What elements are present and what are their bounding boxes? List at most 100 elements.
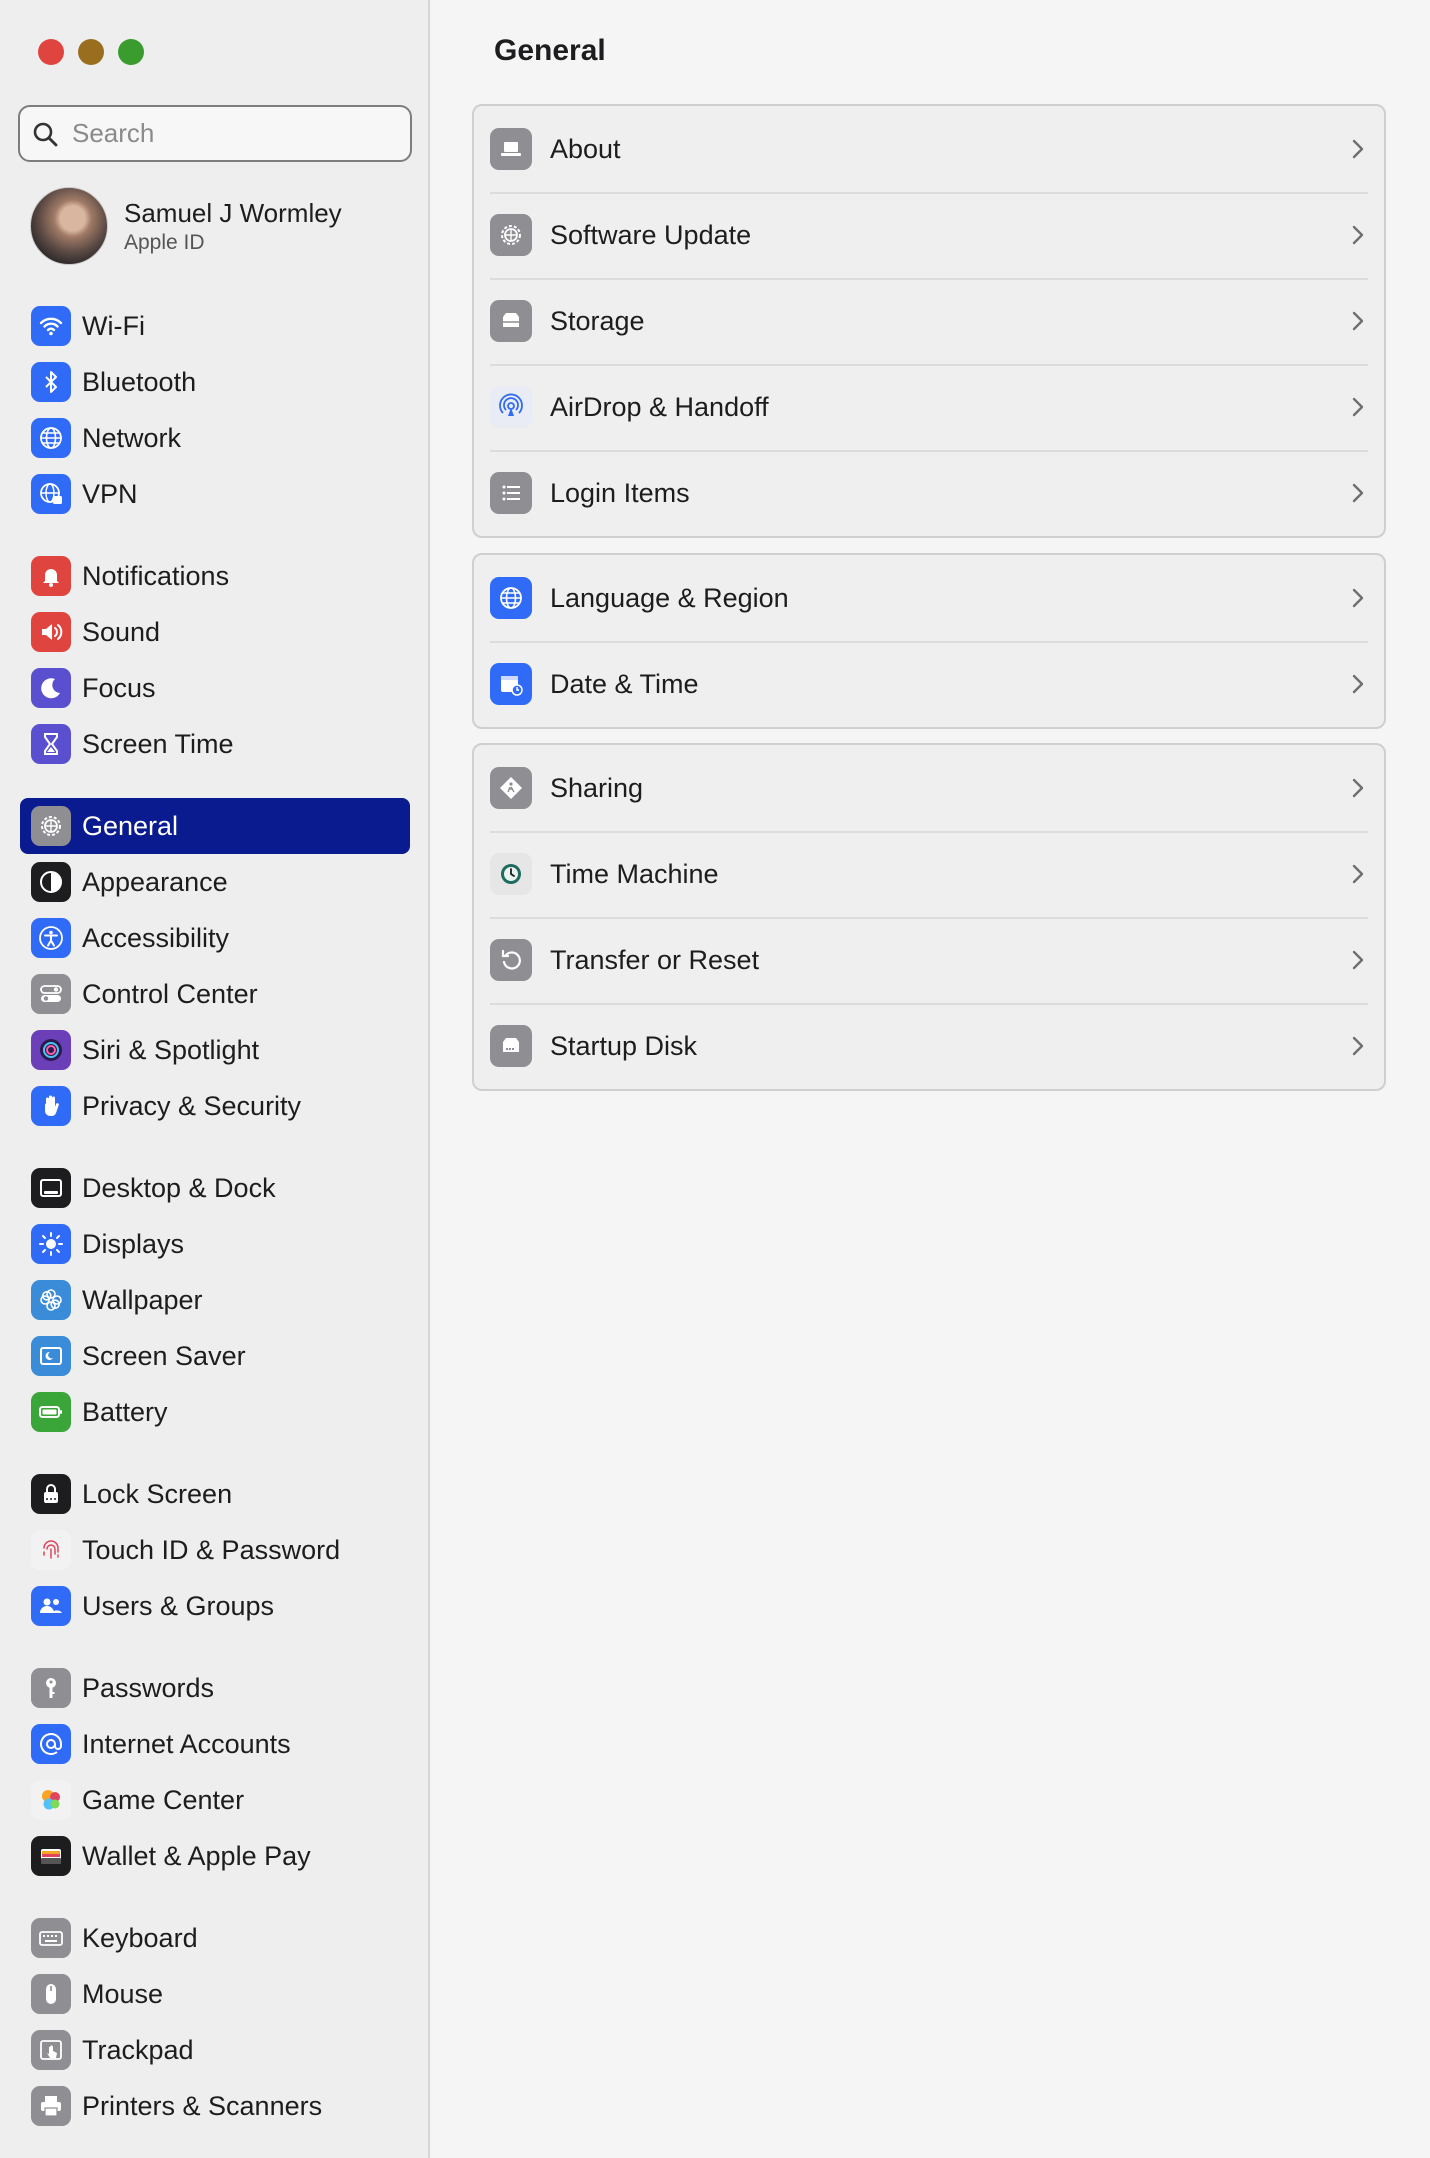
list-icon xyxy=(490,472,532,514)
battery-icon xyxy=(31,1392,71,1432)
calendar-clock-icon xyxy=(490,663,532,705)
sidebar-item-lock-screen[interactable]: Lock Screen xyxy=(20,1466,410,1522)
row-time-machine[interactable]: Time Machine xyxy=(474,831,1384,917)
sidebar-item-general[interactable]: General xyxy=(20,798,410,854)
sidebar-item-users-and-groups[interactable]: Users & Groups xyxy=(20,1578,410,1634)
row-label: Language & Region xyxy=(550,582,789,613)
globe-icon xyxy=(31,418,71,458)
globe-icon xyxy=(490,577,532,619)
chevron-right-icon xyxy=(1352,950,1364,970)
row-login-items[interactable]: Login Items xyxy=(474,450,1384,536)
airdrop-icon xyxy=(490,386,532,428)
sidebar-item-mouse[interactable]: Mouse xyxy=(20,1966,410,2022)
row-label: Sharing xyxy=(550,772,644,803)
appearance-icon xyxy=(31,862,71,902)
sidebar-item-label: Accessibility xyxy=(82,922,230,953)
flower-icon xyxy=(31,1280,71,1320)
settings-group: About Software Update Storage AirDrop & Han… xyxy=(472,104,1386,538)
sidebar-item-game-center[interactable]: Game Center xyxy=(20,1772,410,1828)
sidebar-item-label: Siri & Spotlight xyxy=(82,1034,260,1065)
profile-subtitle: Apple ID xyxy=(124,230,205,254)
sidebar-item-label: Mouse xyxy=(82,1978,164,2009)
sidebar-item-vpn[interactable]: VPN xyxy=(20,466,410,522)
sidebar-item-wi-fi[interactable]: Wi-Fi xyxy=(20,298,410,354)
sidebar-item-passwords[interactable]: Passwords xyxy=(20,1660,410,1716)
time-machine-icon xyxy=(490,853,532,895)
row-software-update[interactable]: Software Update xyxy=(474,192,1384,278)
row-label: Login Items xyxy=(550,477,690,508)
sidebar-item-control-center[interactable]: Control Center xyxy=(20,966,410,1022)
sidebar-item-notifications[interactable]: Notifications xyxy=(20,548,410,604)
apple-id-profile[interactable]: Samuel J Wormley Apple ID xyxy=(30,187,342,265)
reset-icon xyxy=(490,939,532,981)
sidebar-item-focus[interactable]: Focus xyxy=(20,660,410,716)
sidebar-item-label: Trackpad xyxy=(82,2034,194,2065)
sidebar: Samuel J Wormley Apple ID Wi-Fi Bluetooth… xyxy=(0,0,430,2158)
sidebar-item-label: Lock Screen xyxy=(82,1478,233,1509)
hand-icon xyxy=(31,1086,71,1126)
row-transfer-or-reset[interactable]: Transfer or Reset xyxy=(474,917,1384,1003)
search-input[interactable] xyxy=(72,118,392,149)
row-storage[interactable]: Storage xyxy=(474,278,1384,364)
sidebar-item-internet-accounts[interactable]: Internet Accounts xyxy=(20,1716,410,1772)
printer-icon xyxy=(31,2086,71,2126)
sidebar-item-label: Sound xyxy=(82,616,161,647)
bluetooth-icon xyxy=(31,362,71,402)
row-airdrop-and-handoff[interactable]: AirDrop & Handoff xyxy=(474,364,1384,450)
row-startup-disk[interactable]: Startup Disk xyxy=(474,1003,1384,1089)
sidebar-item-touch-id-and-password[interactable]: Touch ID & Password xyxy=(20,1522,410,1578)
laptop-icon xyxy=(490,128,532,170)
window-controls xyxy=(38,39,144,65)
chevron-right-icon xyxy=(1352,225,1364,245)
trackpad-icon xyxy=(31,2030,71,2070)
sidebar-item-siri-and-spotlight[interactable]: Siri & Spotlight xyxy=(20,1022,410,1078)
row-date-and-time[interactable]: Date & Time xyxy=(474,641,1384,727)
drive-icon xyxy=(490,300,532,342)
sidebar-item-accessibility[interactable]: Accessibility xyxy=(20,910,410,966)
sidebar-item-sound[interactable]: Sound xyxy=(20,604,410,660)
sidebar-item-battery[interactable]: Battery xyxy=(20,1384,410,1440)
wifi-icon xyxy=(31,306,71,346)
chevron-right-icon xyxy=(1352,1036,1364,1056)
screensaver-icon xyxy=(31,1336,71,1376)
settings-group: Language & Region Date & Time xyxy=(472,553,1386,729)
system-settings-window: Samuel J Wormley Apple ID Wi-Fi Bluetooth… xyxy=(0,0,1430,2158)
profile-name: Samuel J Wormley xyxy=(124,197,342,228)
sidebar-item-screen-saver[interactable]: Screen Saver xyxy=(20,1328,410,1384)
sidebar-item-screen-time[interactable]: Screen Time xyxy=(20,716,410,772)
sidebar-item-label: Wallet & Apple Pay xyxy=(82,1840,311,1871)
keyboard-icon xyxy=(31,1918,71,1958)
chevron-right-icon xyxy=(1352,778,1364,798)
row-label: AirDrop & Handoff xyxy=(550,391,769,422)
siri-icon xyxy=(31,1030,71,1070)
sidebar-item-network[interactable]: Network xyxy=(20,410,410,466)
zoom-button[interactable] xyxy=(118,39,144,65)
sidebar-item-wallet-and-apple-pay[interactable]: Wallet & Apple Pay xyxy=(20,1828,410,1884)
sidebar-item-label: Screen Saver xyxy=(82,1340,246,1371)
sidebar-item-keyboard[interactable]: Keyboard xyxy=(20,1910,410,1966)
speaker-icon xyxy=(31,612,71,652)
sidebar-item-privacy-and-security[interactable]: Privacy & Security xyxy=(20,1078,410,1134)
sidebar-item-printers-and-scanners[interactable]: Printers & Scanners xyxy=(20,2078,410,2134)
sidebar-item-label: Network xyxy=(82,422,182,453)
row-about[interactable]: About xyxy=(474,106,1384,192)
vpn-globe-icon xyxy=(31,474,71,514)
close-button[interactable] xyxy=(38,39,64,65)
sidebar-item-label: Internet Accounts xyxy=(82,1728,291,1759)
sidebar-item-displays[interactable]: Displays xyxy=(20,1216,410,1272)
sidebar-item-appearance[interactable]: Appearance xyxy=(20,854,410,910)
sidebar-item-wallpaper[interactable]: Wallpaper xyxy=(20,1272,410,1328)
sidebar-item-desktop-and-dock[interactable]: Desktop & Dock xyxy=(20,1160,410,1216)
row-language-and-region[interactable]: Language & Region xyxy=(474,555,1384,641)
search-field[interactable] xyxy=(18,105,412,162)
row-sharing[interactable]: Sharing xyxy=(474,745,1384,831)
avatar xyxy=(30,187,108,265)
minimize-button[interactable] xyxy=(78,39,104,65)
sidebar-item-trackpad[interactable]: Trackpad xyxy=(20,2022,410,2078)
sidebar-item-bluetooth[interactable]: Bluetooth xyxy=(20,354,410,410)
row-label: Software Update xyxy=(550,219,752,250)
chevron-right-icon xyxy=(1352,674,1364,694)
